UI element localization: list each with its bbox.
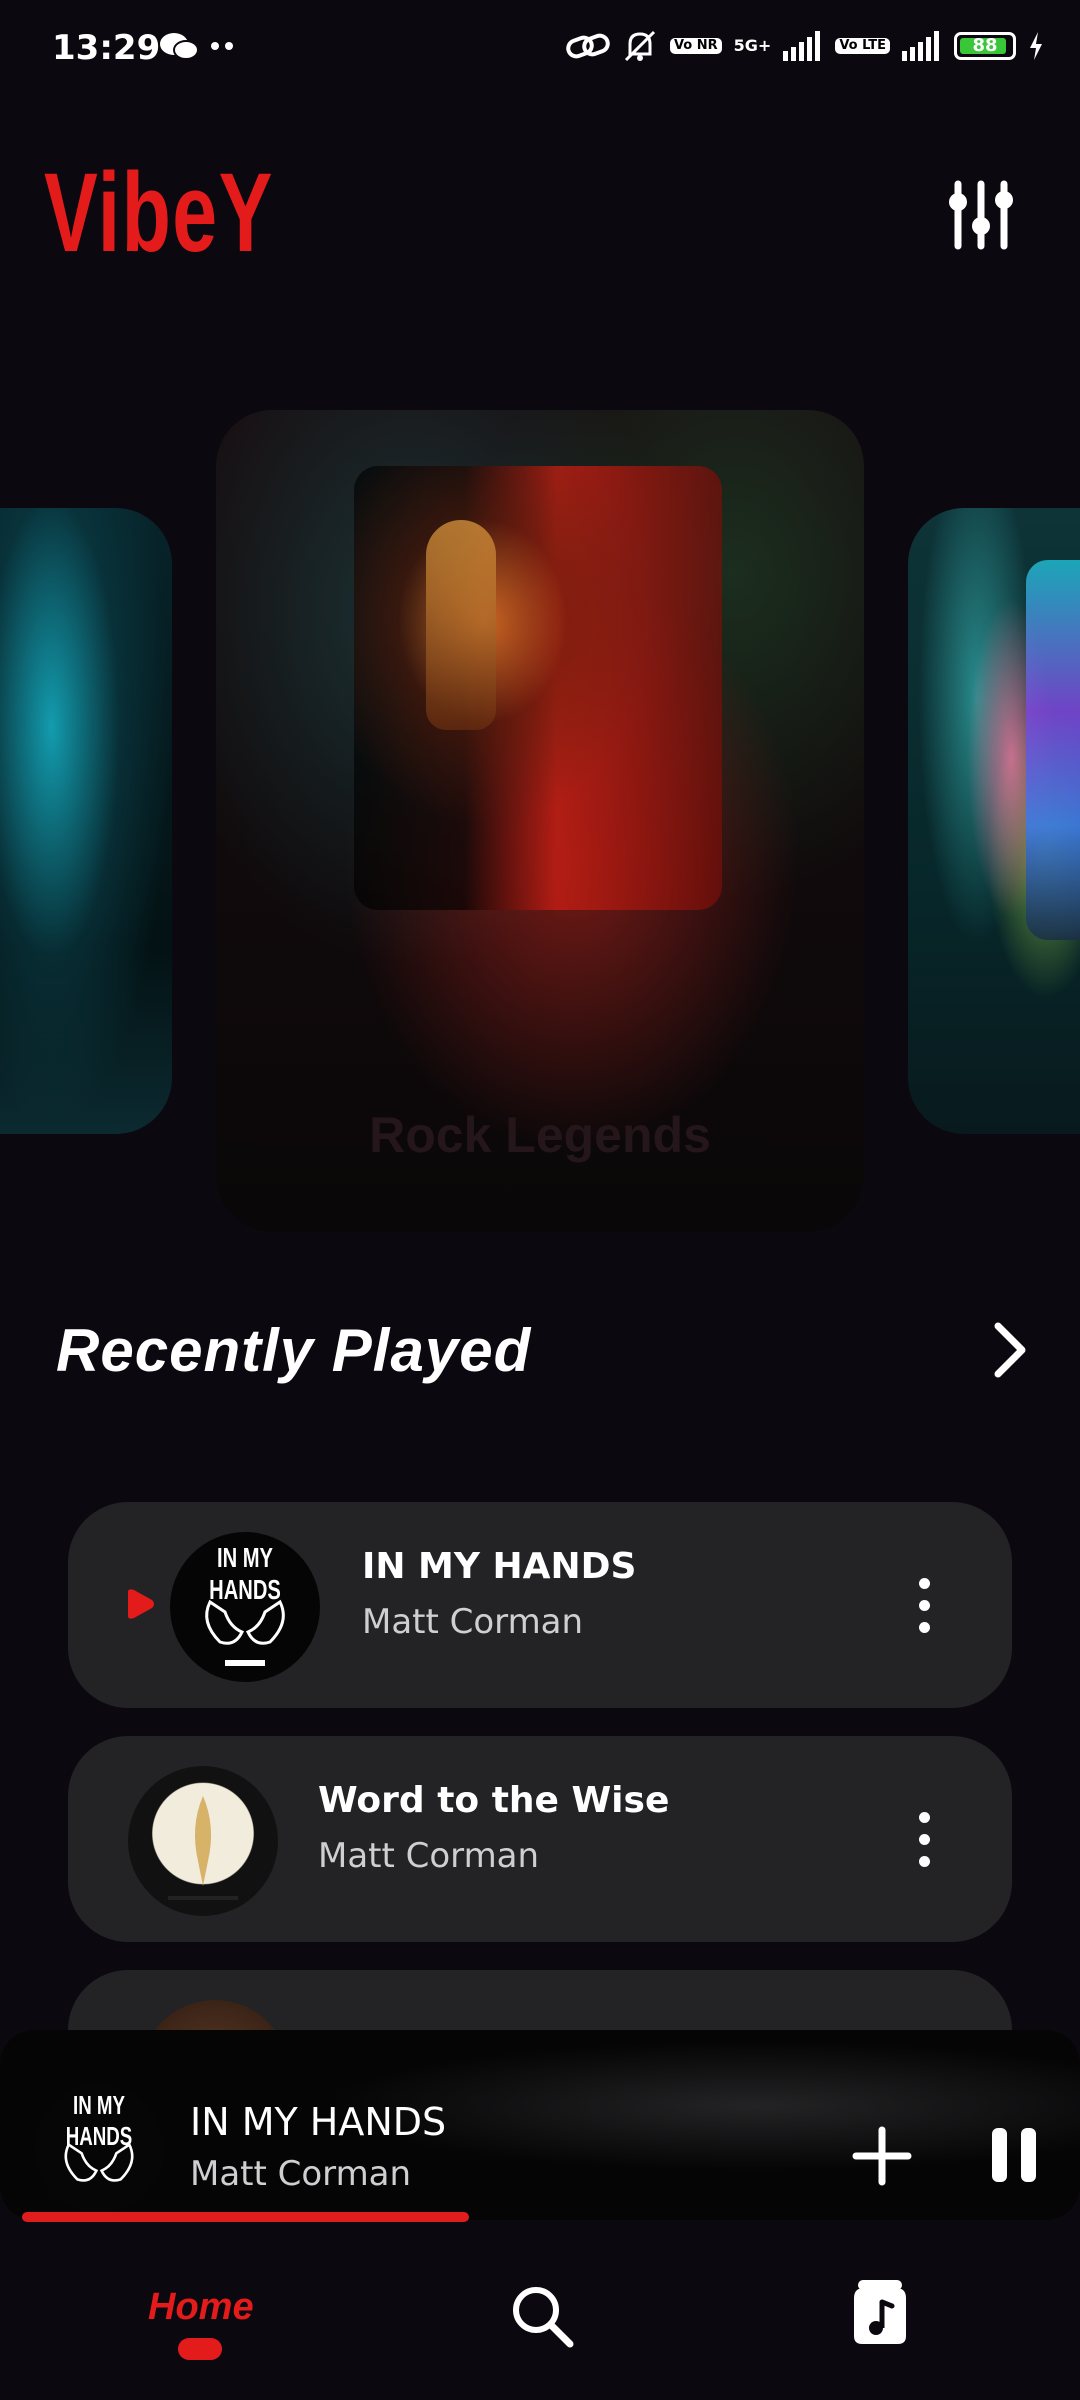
carousel-card-left[interactable] xyxy=(0,508,172,1134)
more-options-icon[interactable] xyxy=(912,1812,936,1868)
playback-progress-fill xyxy=(22,2212,470,2222)
more-dots-icon xyxy=(211,42,233,50)
chevron-right-icon[interactable] xyxy=(980,1320,1040,1380)
track-title: Word to the Wise xyxy=(318,1780,670,1821)
status-time: 13:29 xyxy=(52,28,161,68)
signal-icon xyxy=(783,31,821,61)
now-playing-title: IN MY HANDS xyxy=(190,2100,447,2144)
hands-icon xyxy=(205,1599,285,1666)
vonr-badge: Vo NR xyxy=(669,38,722,54)
track-cover xyxy=(128,1766,278,1916)
mute-bell-icon xyxy=(624,30,655,62)
charging-icon xyxy=(1030,32,1042,60)
network-type: 5G+ xyxy=(733,36,772,55)
playback-progress-bar[interactable] xyxy=(22,2212,1062,2222)
status-bar: 13:29 Vo NR 5G+ Vo LTE 88 xyxy=(0,0,1080,100)
library-icon[interactable] xyxy=(848,2278,912,2348)
now-playing-indicator-icon xyxy=(128,1589,154,1619)
hands-icon xyxy=(64,2142,134,2182)
add-icon[interactable] xyxy=(852,2126,912,2186)
track-artist: Matt Corman xyxy=(362,1602,584,1642)
battery-percent: 88 xyxy=(972,35,998,56)
more-options-icon[interactable] xyxy=(912,1578,936,1634)
app-logo: VibeY xyxy=(44,150,274,275)
search-icon[interactable] xyxy=(508,2282,578,2352)
link-icon xyxy=(566,33,610,59)
recent-track-item[interactable]: IN MY HANDS IN MY HANDS Matt Corman xyxy=(68,1502,1012,1708)
recent-track-item[interactable]: Word to the Wise Matt Corman xyxy=(68,1736,1012,1942)
volte-badge: Vo LTE xyxy=(835,38,890,54)
now-playing-cover: IN MY HANDS xyxy=(34,2084,164,2214)
card-artwork xyxy=(354,466,722,910)
track-title: IN MY HANDS xyxy=(362,1546,637,1587)
signal-icon-2 xyxy=(902,31,939,61)
nav-home-tab[interactable]: Home xyxy=(148,2286,254,2329)
now-playing-artist: Matt Corman xyxy=(190,2154,412,2194)
card-artwork xyxy=(1026,560,1080,940)
status-left-icons xyxy=(158,30,236,62)
nav-active-indicator xyxy=(178,2338,222,2360)
pause-icon[interactable] xyxy=(990,2126,1038,2184)
carousel-card-rock-legends[interactable]: Rock Legends xyxy=(216,410,864,1232)
sliders-icon[interactable] xyxy=(946,180,1016,250)
chat-notification-icon xyxy=(160,33,199,60)
card-artwork-saxophone xyxy=(426,520,496,730)
pendant-icon xyxy=(168,1796,238,1900)
section-title-recently-played: Recently Played xyxy=(56,1317,532,1384)
mini-player[interactable]: IN MY HANDS IN MY HANDS Matt Corman xyxy=(0,2030,1080,2220)
status-right-icons: Vo NR 5G+ Vo LTE 88 xyxy=(566,28,1044,64)
bottom-navigation: Home xyxy=(0,2226,1080,2400)
battery-indicator: 88 xyxy=(954,32,1016,60)
carousel-card-right[interactable] xyxy=(908,508,1080,1134)
track-artist: Matt Corman xyxy=(318,1836,540,1876)
track-cover: IN MY HANDS xyxy=(170,1532,320,1682)
card-title: Rock Legends xyxy=(369,1107,711,1163)
